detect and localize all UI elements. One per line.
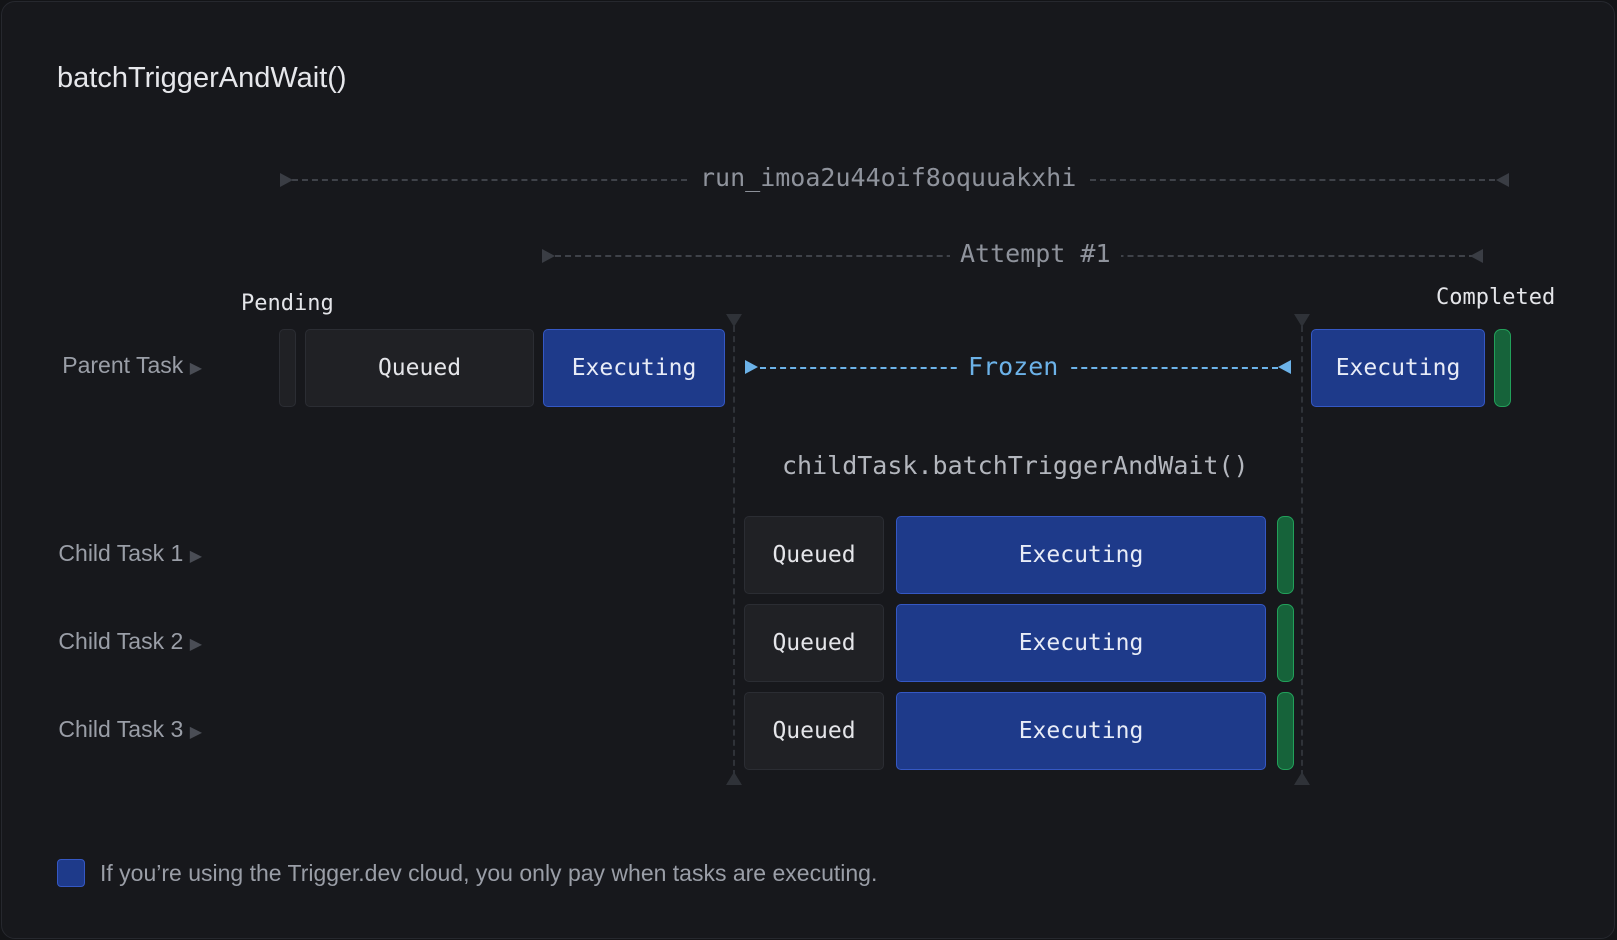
run-span-end-arrow-icon (1496, 173, 1509, 187)
frozen-label: Frozen (958, 352, 1069, 381)
pricing-note: If you’re using the Trigger.dev cloud, y… (100, 860, 878, 886)
completed-label: Completed (1436, 285, 1556, 310)
play-arrow-icon: ▶ (189, 548, 202, 565)
run-id-label: run_imoa2u44oif8oquuakxhi (690, 163, 1087, 192)
child-3-completed-bar (1277, 692, 1294, 770)
freeze-end-guide (1301, 326, 1303, 776)
pending-label: Pending (241, 291, 334, 316)
parent-executing-block-2: Executing (1311, 329, 1485, 407)
child-3-executing-block: Executing (896, 692, 1266, 770)
diagram-card: batchTriggerAndWait() run_imoa2u44oif8oq… (1, 1, 1615, 939)
frozen-start-arrow-icon (745, 360, 758, 374)
diagram-title: batchTriggerAndWait() (57, 62, 347, 94)
frozen-end-arrow-icon (1278, 360, 1291, 374)
child-3-queued-block: Queued (744, 692, 884, 770)
parent-completed-bar (1494, 329, 1511, 407)
play-arrow-icon: ▶ (189, 360, 202, 377)
attempt-span-start-arrow-icon (542, 249, 555, 263)
executing-legend-swatch (57, 859, 85, 887)
attempt-span-end-arrow-icon (1470, 249, 1483, 263)
child-1-completed-bar (1277, 516, 1294, 594)
child-task-3-label: Child Task 3 ▶ (58, 716, 202, 742)
parent-task-label: Parent Task ▶ (62, 352, 202, 378)
child-2-queued-block: Queued (744, 604, 884, 682)
run-span-start-arrow-icon (280, 173, 293, 187)
child-1-executing-block: Executing (896, 516, 1266, 594)
parent-executing-block-1: Executing (543, 329, 725, 407)
freeze-start-bottom-arrow-icon (726, 772, 742, 785)
attempt-label: Attempt #1 (950, 239, 1121, 268)
child-1-queued-block: Queued (744, 516, 884, 594)
play-arrow-icon: ▶ (189, 636, 202, 653)
parent-queued-block: Queued (305, 329, 534, 407)
batch-call-label: childTask.batchTriggerAndWait() (782, 451, 1249, 480)
child-2-executing-block: Executing (896, 604, 1266, 682)
freeze-end-top-arrow-icon (1294, 314, 1310, 327)
freeze-start-top-arrow-icon (726, 314, 742, 327)
child-task-1-label: Child Task 1 ▶ (58, 540, 202, 566)
parent-pending-bar (279, 329, 296, 407)
freeze-end-bottom-arrow-icon (1294, 772, 1310, 785)
child-2-completed-bar (1277, 604, 1294, 682)
child-task-2-label: Child Task 2 ▶ (58, 628, 202, 654)
play-arrow-icon: ▶ (189, 724, 202, 741)
freeze-start-guide (733, 326, 735, 776)
